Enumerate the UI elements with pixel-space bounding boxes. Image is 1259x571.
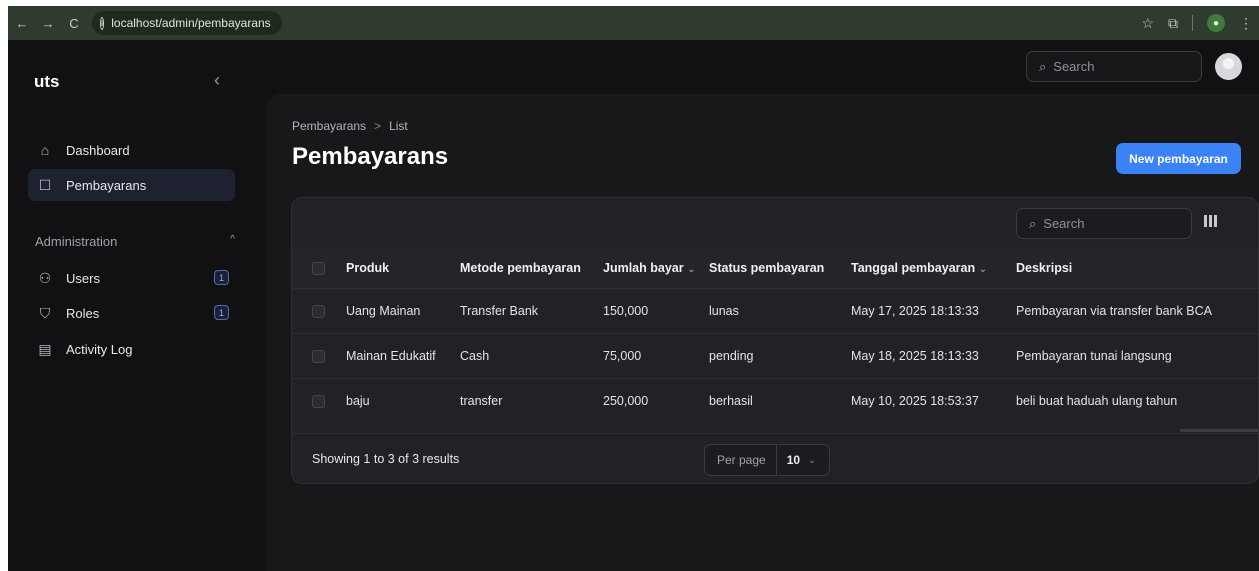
back-icon[interactable]: ← [10,11,34,35]
forward-icon[interactable]: → [36,11,60,35]
search-placeholder: Search [1053,59,1095,74]
cell-metode: Transfer Bank [460,303,539,318]
nav-group-administration[interactable]: Administration ^ [35,234,235,249]
cell-deskripsi: beli buat haduah ulang tahun [1016,393,1178,408]
admin-app: uts ‹ ⌂ Dashboard ☐ Pembayarans Administ… [8,40,1259,571]
column-header-produk[interactable]: Produk [346,248,460,288]
sidebar-item-label: Activity Log [66,341,133,357]
column-toggle-icon[interactable] [1204,215,1218,229]
breadcrumb: Pembayarans > List [292,119,408,133]
main-content: Pembayarans > List Pembayarans New pembaya… [266,94,1259,571]
browser-profile-icon[interactable]: ● [1207,14,1225,32]
count-badge: 1 [214,305,229,320]
pembayaran-table: Produk Metode pembayaran Jumlah bayar ⌄ S… [292,248,1258,423]
browser-actions: ☆ ⧉ ● ⋮ [1141,6,1253,40]
cell-metode: Cash [460,348,490,363]
sort-chevron-icon[interactable]: ⌄ [979,264,987,274]
table-footer: Showing 1 to 3 of 3 results Per page 10 … [292,433,1258,483]
sidebar-item-users[interactable]: ⚇ Users 1 [28,262,235,294]
cell-produk: baju [346,393,370,408]
tray-icon: ☐ [38,176,52,193]
sort-chevron-icon[interactable]: ⌄ [688,264,696,274]
count-badge: 1 [214,270,229,285]
per-page-value: 10 [786,453,801,467]
sidebar-item-activity-log[interactable]: ▤ Activity Log [28,333,235,365]
collapse-sidebar-icon[interactable]: ‹ [214,70,220,91]
cell-jumlah: 150,000 [603,303,649,318]
sidebar: uts ‹ ⌂ Dashboard ☐ Pembayarans Administ… [8,40,246,571]
home-icon: ⌂ [40,142,50,158]
table-header-row: Produk Metode pembayaran Jumlah bayar ⌄ S… [292,248,1258,288]
cell-jumlah: 250,000 [603,393,649,408]
url-text: localhost/admin/pembayarans [111,16,271,30]
page-title: Pembayarans [292,143,449,170]
search-placeholder: Search [1043,216,1085,231]
sidebar-item-label: Dashboard [66,142,130,158]
users-icon: ⚇ [38,269,52,286]
sidebar-item-label: Roles [66,305,100,321]
sidebar-item-dashboard[interactable]: ⌂ Dashboard [28,134,235,166]
cell-tanggal: May 17, 2025 18:13:33 [851,303,979,318]
new-pembayaran-button[interactable]: New pembayaran [1116,143,1241,174]
per-page-label: Per page [705,445,777,475]
chevron-up-icon[interactable]: ^ [230,234,235,245]
breadcrumb-list: List [389,119,408,133]
cell-status: pending [709,348,754,363]
column-header-deskripsi[interactable]: Deskripsi [1016,248,1258,288]
column-header-status[interactable]: Status pembayaran [709,248,851,288]
breadcrumb-separator-icon: > [374,119,382,133]
table-search-input[interactable]: ⌕ Search [1016,208,1192,239]
column-header-label: Jumlah bayar [603,260,684,275]
document-icon: ▤ [38,340,52,357]
search-icon: ⌕ [1029,215,1037,231]
search-icon: ⌕ [1039,58,1047,74]
per-page-select[interactable]: Per page 10 ⌄ [704,444,830,476]
table-row[interactable]: Mainan Edukatif Cash 75,000 pending May … [292,333,1258,378]
sidebar-item-label: Users [66,270,100,286]
site-info-icon[interactable]: i [100,16,105,30]
address-bar[interactable]: i localhost/admin/pembayarans [92,11,282,35]
table-row[interactable]: baju transfer 250,000 berhasil May 10, 2… [292,378,1258,423]
browser-menu-icon[interactable]: ⋮ [1239,15,1253,32]
browser-toolbar: ← → C i localhost/admin/pembayarans ☆ ⧉ … [8,6,1259,40]
cell-status: berhasil [709,393,753,408]
results-summary: Showing 1 to 3 of 3 results [312,452,460,466]
select-all-checkbox[interactable] [312,261,325,275]
sidebar-item-pembayarans[interactable]: ☐ Pembayarans [28,169,235,201]
reload-icon[interactable]: C [62,11,86,35]
nav-group-label: Administration [35,234,118,249]
cell-produk: Uang Mainan [346,303,421,318]
sidebar-item-label: Pembayarans [66,177,147,193]
cell-produk: Mainan Edukatif [346,348,436,363]
chevron-down-icon: ⌄ [808,454,816,465]
row-checkbox[interactable] [312,394,325,408]
cell-tanggal: May 18, 2025 18:13:33 [851,348,979,363]
cell-deskripsi: Pembayaran tunai langsung [1016,348,1172,363]
horizontal-scrollbar[interactable] [1180,429,1258,432]
column-header-metode[interactable]: Metode pembayaran [460,248,603,288]
column-header-label: Tanggal pembayaran [851,260,976,275]
extensions-icon[interactable]: ⧉ [1168,15,1178,32]
shield-icon: ⛉ [39,304,51,321]
column-header-tanggal[interactable]: Tanggal pembayaran ⌄ [851,248,1016,288]
table-row[interactable]: Uang Mainan Transfer Bank 150,000 lunas … [292,288,1258,333]
global-search-input[interactable]: ⌕ Search [1026,51,1202,82]
cell-jumlah: 75,000 [603,348,642,363]
table-card: ⌕ Search Produk Metode pembayaran Jumlah… [291,197,1259,484]
cell-tanggal: May 10, 2025 18:53:37 [851,393,979,408]
breadcrumb-pembayarans[interactable]: Pembayarans [292,119,366,133]
cell-status: lunas [709,303,739,318]
sidebar-item-roles[interactable]: ⛉ Roles 1 [28,297,235,329]
row-checkbox[interactable] [312,304,325,318]
bookmark-star-icon[interactable]: ☆ [1141,15,1154,32]
cell-deskripsi: Pembayaran via transfer bank BCA [1016,303,1212,318]
brand-logo[interactable]: uts [34,72,60,92]
avatar[interactable] [1215,53,1242,80]
toolbar-divider [1192,15,1193,31]
cell-metode: transfer [460,393,503,408]
column-header-jumlah[interactable]: Jumlah bayar ⌄ [603,248,709,288]
row-checkbox[interactable] [312,349,325,363]
